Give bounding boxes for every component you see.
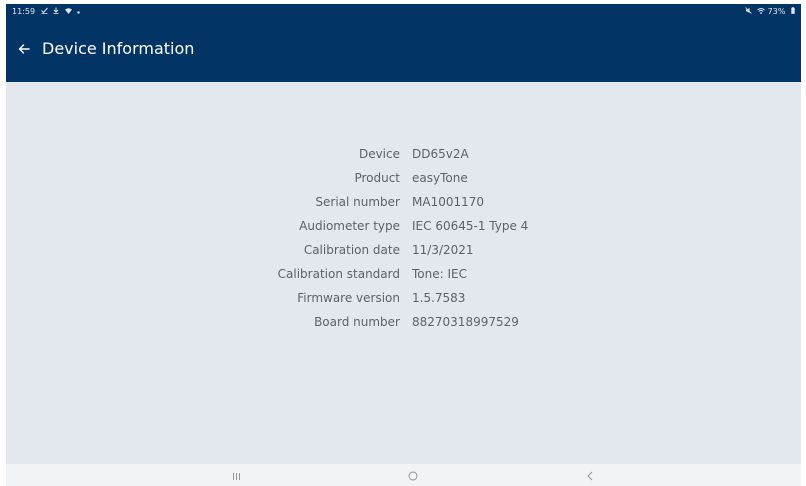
info-value: IEC 60645-1 Type 4	[412, 219, 529, 233]
screen: 11:59 73% Device Information Device DD65…	[0, 0, 806, 486]
info-value: MA1001170	[412, 195, 485, 209]
info-label: Product	[354, 171, 400, 185]
info-row-device: Device DD65v2A	[6, 142, 801, 166]
info-row-serial-number: Serial number MA1001170	[6, 190, 801, 214]
arrow-left-icon	[18, 40, 30, 59]
info-label: Board number	[314, 315, 400, 329]
info-label: Device	[358, 147, 400, 161]
info-row-firmware-version: Firmware version 1.5.7583	[6, 286, 801, 310]
info-label: Firmware version	[297, 291, 400, 305]
back-chevron-icon	[586, 466, 594, 485]
info-row-calibration-standard: Calibration standard Tone: IEC	[6, 262, 801, 286]
info-value: DD65v2A	[412, 147, 469, 161]
download-icon	[53, 4, 59, 20]
info-row-product: Product easyTone	[6, 166, 801, 190]
home-button[interactable]	[393, 464, 433, 486]
content-area: Device DD65v2A Product easyTone Serial n…	[6, 82, 801, 464]
home-icon	[408, 466, 418, 485]
info-value: 88270318997529	[412, 315, 519, 329]
check-icon	[40, 4, 48, 20]
app-bar: Device Information	[6, 20, 801, 82]
wifi-icon	[64, 4, 72, 20]
back-button[interactable]	[10, 35, 38, 63]
system-back-button[interactable]	[570, 464, 610, 486]
info-label: Serial number	[315, 195, 400, 209]
status-time: 11:59	[12, 7, 36, 16]
info-value: 1.5.7583	[412, 291, 466, 305]
recents-button[interactable]	[216, 464, 256, 486]
info-row-board-number: Board number 88270318997529	[6, 310, 801, 334]
dot-icon	[77, 4, 80, 20]
info-row-audiometer-type: Audiometer type IEC 60645-1 Type 4	[6, 214, 801, 238]
page-title: Device Information	[42, 39, 195, 58]
battery-icon	[791, 4, 795, 20]
status-right: 73%	[742, 4, 795, 20]
info-value: Tone: IEC	[412, 267, 467, 281]
info-label: Calibration standard	[277, 267, 400, 281]
info-value: 11/3/2021	[412, 243, 474, 257]
wifi-icon	[757, 4, 765, 20]
info-row-calibration-date: Calibration date 11/3/2021	[6, 238, 801, 262]
recents-icon	[232, 466, 241, 485]
device-info-list: Device DD65v2A Product easyTone Serial n…	[6, 142, 801, 334]
info-value: easyTone	[412, 171, 468, 185]
system-nav-bar	[6, 464, 801, 486]
battery-percent: 73%	[767, 7, 786, 16]
info-label: Audiometer type	[299, 219, 400, 233]
mute-icon	[744, 4, 752, 20]
status-bar: 11:59 73%	[6, 4, 801, 20]
status-left: 11:59	[12, 4, 80, 20]
info-label: Calibration date	[303, 243, 400, 257]
